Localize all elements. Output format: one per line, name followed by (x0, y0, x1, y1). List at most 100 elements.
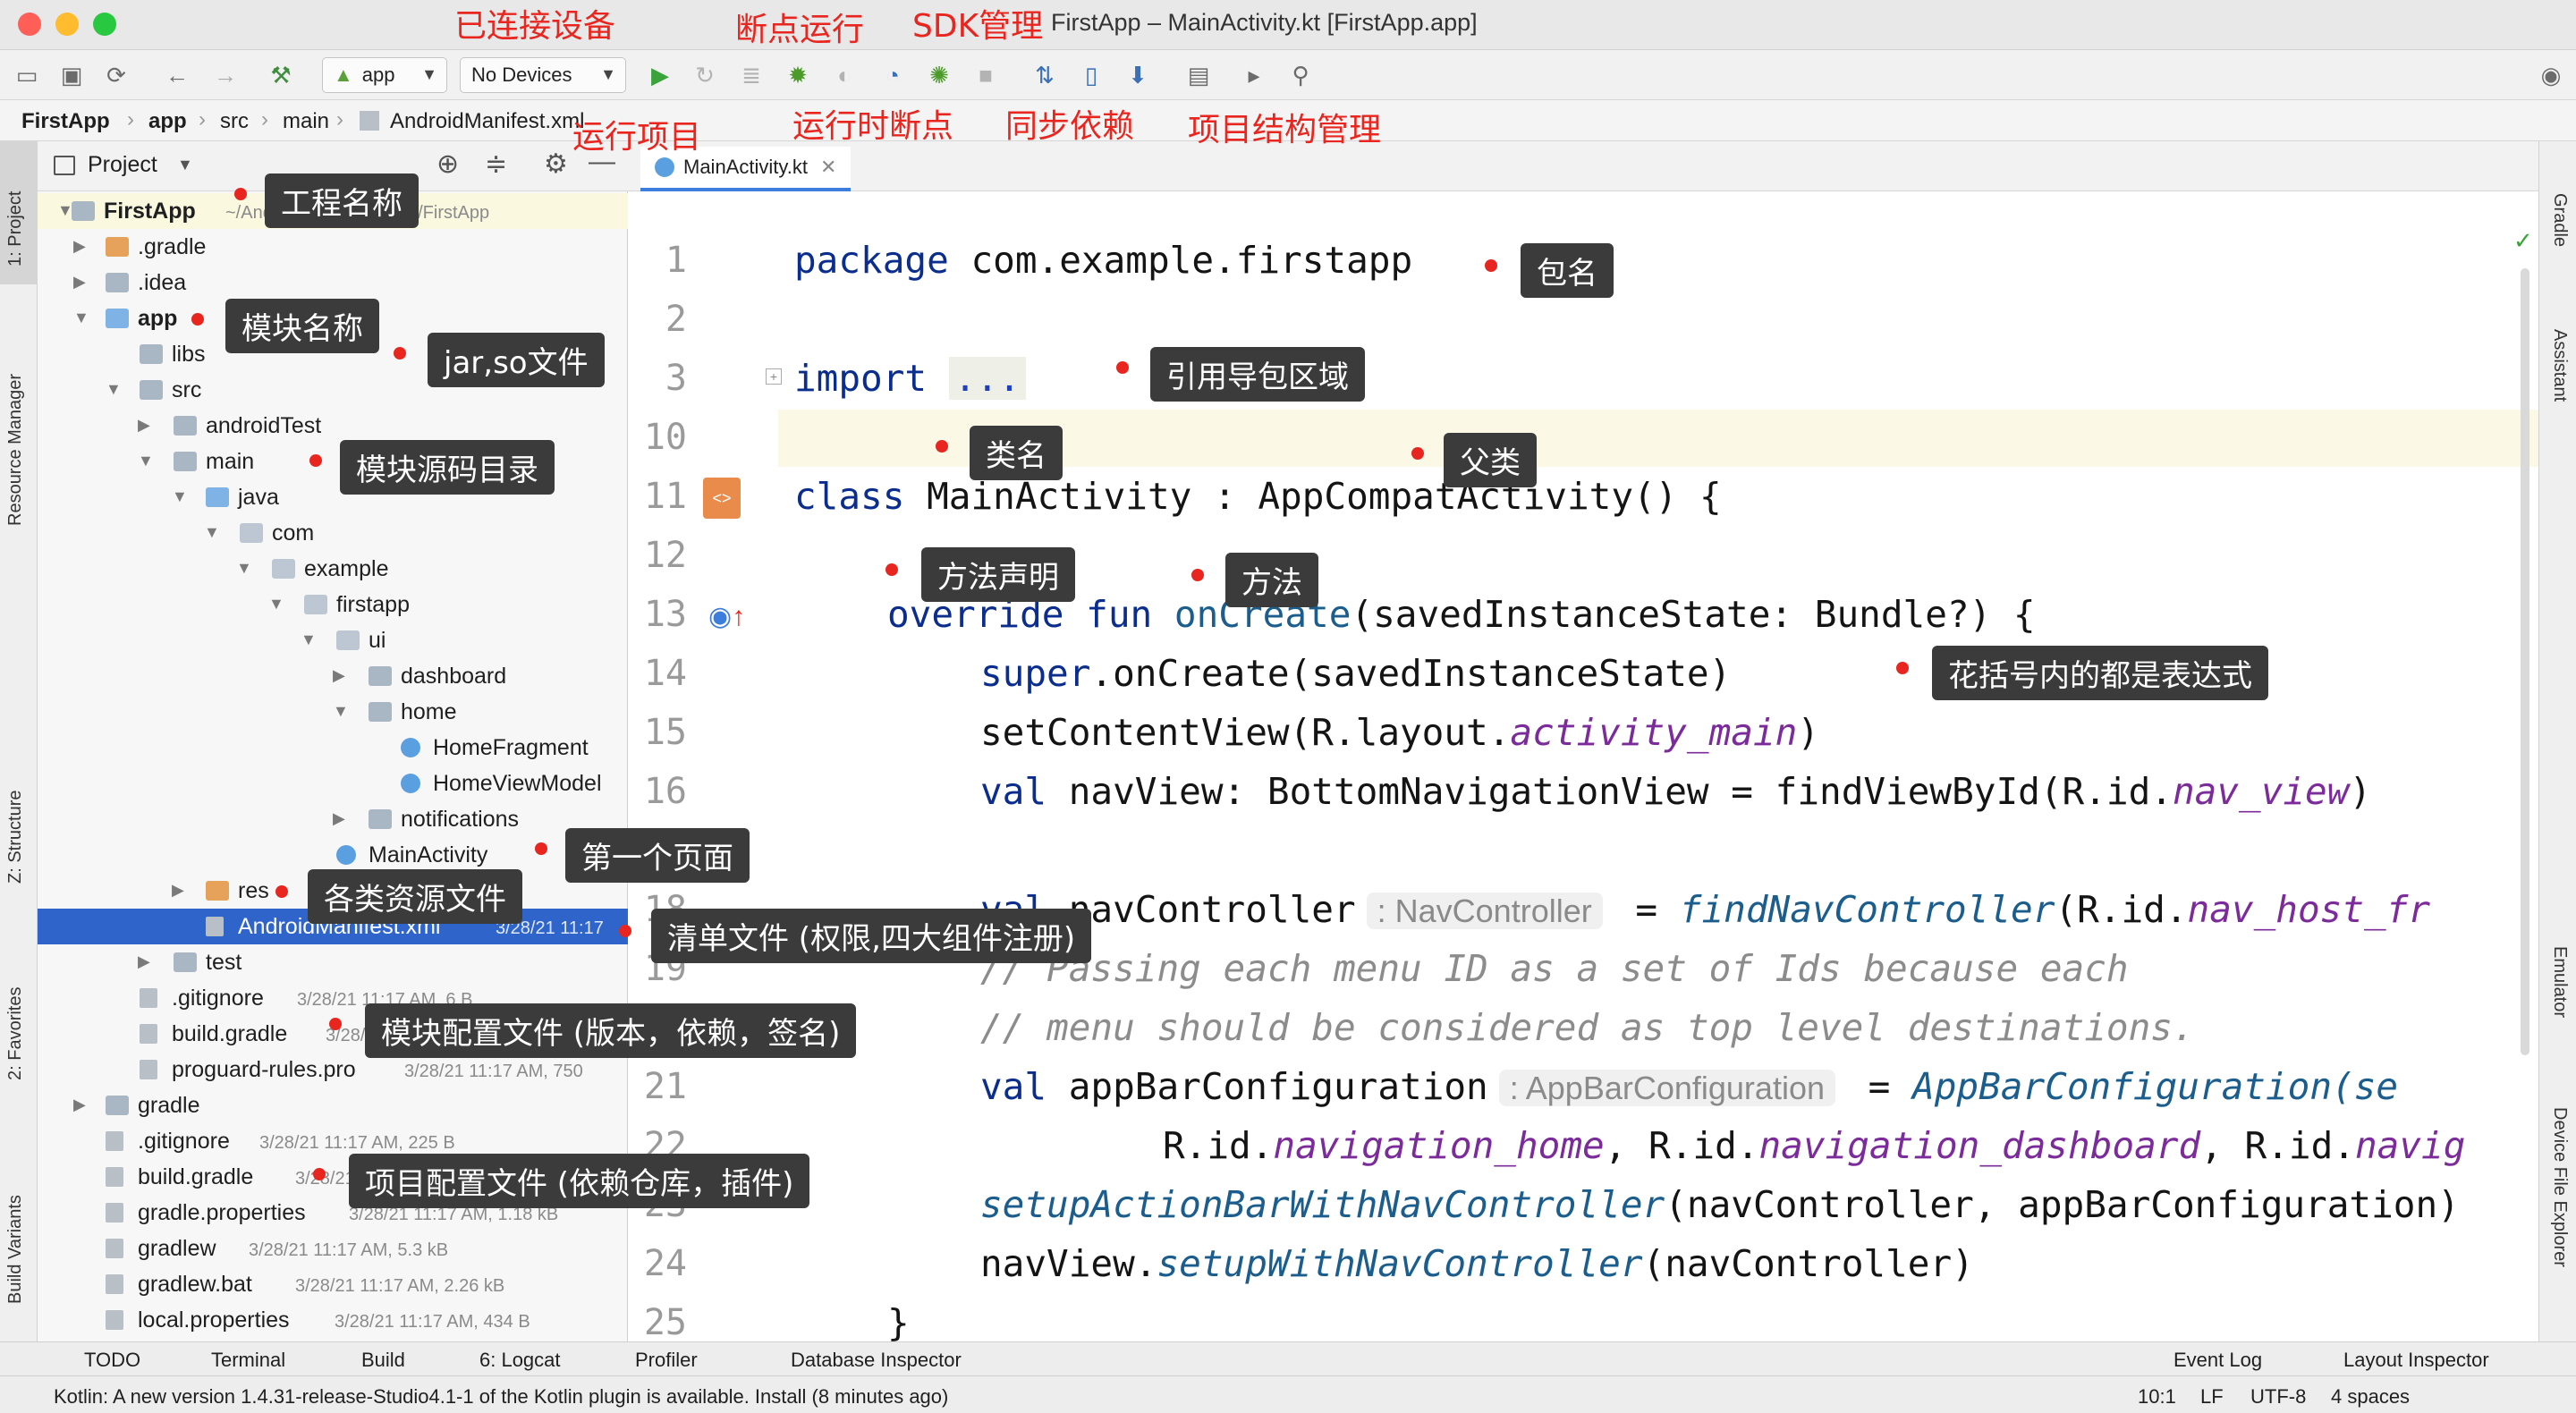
stop-icon[interactable]: ■ (970, 59, 1002, 91)
chevron-right-icon[interactable]: ▶ (138, 416, 150, 435)
device-select[interactable]: No Devices ▼ (460, 57, 626, 93)
tree-row-gradlew-bat-file[interactable]: gradlew.bat 3/28/21 11:17 AM, 2.26 kB (38, 1266, 628, 1302)
chevron-down-icon[interactable]: ▼ (172, 487, 188, 506)
breadcrumb-item[interactable]: app (148, 109, 187, 134)
avd-manager-icon[interactable]: ▯ (1075, 59, 1107, 91)
sdk-manager-icon[interactable]: ⬇ (1122, 59, 1154, 91)
breadcrumb-item[interactable]: main (283, 109, 329, 134)
tree-row-test-folder[interactable]: ▶ test (38, 944, 628, 980)
tool-window-profiler[interactable]: Profiler (635, 1349, 698, 1372)
chevron-down-icon[interactable]: ▼ (138, 452, 154, 470)
search-icon[interactable]: ⚲ (1284, 59, 1317, 91)
tree-row-gradle-folder-root[interactable]: ▶ gradle (38, 1087, 628, 1123)
indent-setting[interactable]: 4 spaces (2331, 1385, 2410, 1409)
tree-row-gradlew-file[interactable]: gradlew 3/28/21 11:17 AM, 5.3 kB (38, 1231, 628, 1266)
editor-scrollbar[interactable] (2521, 268, 2529, 1055)
folded-imports[interactable]: ... (948, 357, 1026, 400)
run-config-select[interactable]: ▲ app ▼ (322, 57, 447, 93)
file-encoding[interactable]: UTF-8 (2250, 1385, 2306, 1409)
locate-icon[interactable]: ⊕ (436, 148, 459, 180)
tool-tab-assistant[interactable]: Assistant (2549, 329, 2570, 402)
chevron-down-icon[interactable]: ▼ (177, 156, 193, 174)
tree-row-homeviewmodel-file[interactable]: HomeViewModel (38, 766, 628, 801)
profile-icon[interactable]: ◔ (877, 59, 909, 91)
attach-debugger-icon[interactable]: ◐ (828, 59, 860, 91)
tool-window-event-log[interactable]: Event Log (2174, 1349, 2262, 1372)
tool-tab-emulator[interactable]: Emulator (2549, 946, 2570, 1018)
tool-window-layout-inspector[interactable]: Layout Inspector (2343, 1349, 2489, 1372)
chevron-right-icon[interactable]: ▶ (333, 666, 345, 685)
tool-window-terminal[interactable]: Terminal (211, 1349, 285, 1372)
chevron-right-icon[interactable]: ▶ (172, 881, 184, 900)
breadcrumb-item[interactable]: AndroidManifest.xml (390, 109, 584, 134)
chevron-down-icon[interactable]: ▼ (204, 523, 220, 542)
tree-row-dashboard-package[interactable]: ▶ dashboard (38, 658, 628, 694)
chevron-down-icon[interactable]: ▼ (268, 595, 284, 613)
chevron-right-icon[interactable]: ▶ (333, 809, 345, 828)
tree-row-local-properties-file[interactable]: local.properties 3/28/21 11:17 AM, 434 B (38, 1302, 628, 1338)
chevron-right-icon[interactable]: ▶ (73, 273, 86, 292)
account-icon[interactable]: ◉ (2535, 59, 2567, 91)
tree-row-notifications-package[interactable]: ▶ notifications (38, 801, 628, 837)
tree-row-label: androidTest (206, 413, 322, 438)
gear-icon[interactable]: ⚙ (544, 148, 568, 180)
line-separator[interactable]: LF (2200, 1385, 2224, 1409)
chevron-down-icon[interactable]: ▼ (333, 702, 349, 721)
tree-row-gradle-folder[interactable]: ▶ .gradle (38, 229, 628, 265)
chevron-down-icon[interactable]: ▼ (73, 309, 89, 327)
open-icon[interactable]: ▭ (11, 59, 43, 91)
attach-process-icon[interactable]: ✺ (923, 59, 955, 91)
tool-tab-build-variants[interactable]: Build Variants (5, 1195, 26, 1304)
sync-icon[interactable]: ⟳ (100, 59, 132, 91)
layout-gutter-icon[interactable]: <> (703, 478, 741, 519)
close-window-button[interactable] (18, 13, 41, 36)
fold-icon[interactable]: + (766, 368, 782, 385)
override-gutter-icon[interactable]: ◉↑ (708, 601, 745, 632)
minimize-window-button[interactable] (55, 13, 79, 36)
tree-row-ui-package[interactable]: ▼ ui (38, 622, 628, 658)
layout-inspector-icon[interactable]: ▸ (1238, 59, 1270, 91)
breadcrumb-item[interactable]: src (220, 109, 249, 134)
tree-row-com-package[interactable]: ▼ com (38, 515, 628, 551)
project-view-select[interactable]: Project (88, 152, 157, 178)
tool-tab-device-file-explorer[interactable]: Device File Explorer (2549, 1107, 2570, 1267)
status-message[interactable]: Kotlin: A new version 1.4.31-release-Stu… (54, 1385, 948, 1409)
tool-tab-structure[interactable]: Z: Structure (5, 791, 26, 884)
gradle-sync-icon[interactable]: ⇅ (1029, 59, 1061, 91)
breadcrumb-item[interactable]: FirstApp (21, 109, 110, 134)
chevron-down-icon[interactable]: ▼ (106, 380, 122, 399)
chevron-down-icon[interactable]: ▼ (236, 559, 252, 578)
back-icon[interactable]: ← (161, 59, 193, 91)
chevron-right-icon[interactable]: ▶ (73, 1096, 86, 1114)
tool-window-todo[interactable]: TODO (84, 1349, 140, 1372)
debug-icon[interactable]: ✹ (782, 59, 814, 91)
zoom-window-button[interactable] (93, 13, 116, 36)
tree-row-home-package[interactable]: ▼ home (38, 694, 628, 730)
chevron-down-icon[interactable]: ▼ (301, 630, 317, 649)
tree-row-firstapp-package[interactable]: ▼ firstapp (38, 587, 628, 622)
apply-changes-icon[interactable]: ↻ (689, 59, 721, 91)
forward-icon[interactable]: → (209, 59, 242, 91)
apply-code-changes-icon[interactable]: ≣ (735, 59, 767, 91)
project-structure-icon[interactable]: ▤ (1182, 59, 1215, 91)
tool-tab-resource-manager[interactable]: Resource Manager (5, 374, 26, 526)
close-icon[interactable]: ✕ (820, 156, 836, 179)
tool-window-logcat[interactable]: 6: Logcat (479, 1349, 561, 1372)
tree-row-idea-folder[interactable]: ▶ .idea (38, 265, 628, 300)
tree-row-homefragment-file[interactable]: HomeFragment (38, 730, 628, 766)
tool-window-database-inspector[interactable]: Database Inspector (791, 1349, 962, 1372)
tree-row-example-package[interactable]: ▼ example (38, 551, 628, 587)
caret-position[interactable]: 10:1 (2138, 1385, 2176, 1409)
chevron-right-icon[interactable]: ▶ (138, 952, 150, 971)
tool-tab-gradle[interactable]: Gradle (2549, 193, 2570, 247)
folder-icon (336, 630, 360, 650)
collapse-all-icon[interactable]: ≑ (485, 148, 507, 180)
hammer-icon[interactable]: ⚒ (265, 59, 297, 91)
tool-window-build[interactable]: Build (361, 1349, 405, 1372)
chevron-right-icon[interactable]: ▶ (73, 237, 86, 256)
tool-tab-project[interactable]: 1: Project (5, 191, 26, 267)
run-icon[interactable]: ▶ (644, 59, 676, 91)
tool-tab-favorites[interactable]: 2: Favorites (5, 987, 26, 1080)
save-icon[interactable]: ▣ (55, 59, 88, 91)
tree-row-androidtest-folder[interactable]: ▶ androidTest (38, 408, 628, 444)
